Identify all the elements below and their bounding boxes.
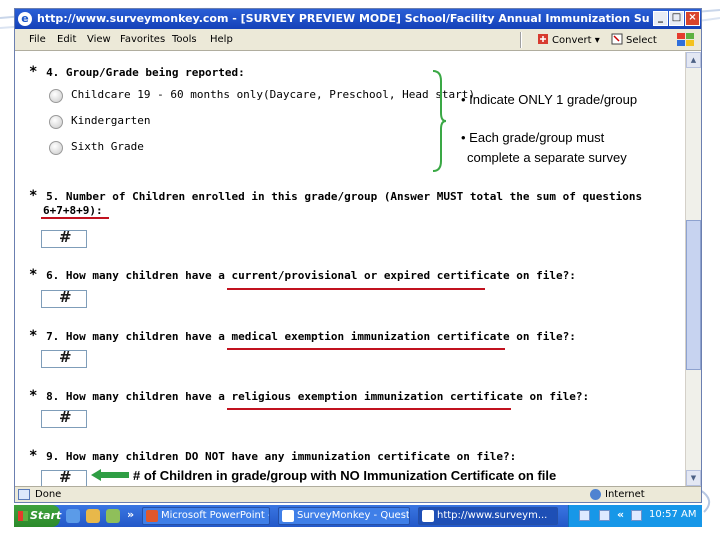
question-7: * 7. How many children have a medical ex…	[29, 328, 576, 344]
internet-globe-icon	[590, 489, 601, 500]
windows-logo-icon	[18, 511, 28, 521]
menu-file[interactable]: File	[29, 34, 46, 45]
scroll-down-button[interactable]: ▼	[686, 470, 701, 486]
question-5: * 5. Number of Children enrolled in this…	[29, 188, 642, 204]
question-5-title-line2: 6+7+8+9):	[43, 204, 103, 217]
desktop-quicklaunch-icon[interactable]	[106, 509, 120, 523]
question-8: * 8. How many children have a religious …	[29, 388, 589, 404]
menu-view[interactable]: View	[87, 34, 111, 45]
required-star: *	[29, 64, 38, 80]
start-label: Start	[30, 509, 62, 522]
convert-label: Convert	[552, 35, 592, 46]
question-8-title: 8. How many children have a religious ex…	[46, 390, 590, 403]
tray-expand[interactable]: «	[617, 508, 624, 521]
status-bar: Done Internet	[15, 486, 701, 502]
underline-q6	[227, 288, 485, 290]
convert-button[interactable]: Convert ▾	[537, 33, 600, 46]
task-powerpoint[interactable]: Microsoft PowerPoint - [...	[142, 507, 270, 525]
close-button[interactable]: ×	[685, 11, 700, 26]
zone-text: Internet	[605, 489, 645, 500]
menu-favorites[interactable]: Favorites	[120, 34, 165, 45]
green-bracket	[432, 70, 447, 172]
question-4-title: 4. Group/Grade being reported:	[46, 66, 245, 79]
menu-bar: File Edit View Favorites Tools Help Conv…	[15, 29, 701, 51]
option-label: Kindergarten	[71, 114, 151, 127]
title-bar[interactable]: e http://www.surveymonkey.com - [SURVEY …	[15, 9, 701, 29]
green-arrow-icon	[91, 469, 129, 481]
radio-button[interactable]	[49, 141, 63, 155]
task-label: SurveyMonkey - Questio...	[297, 510, 410, 521]
browser-window: e http://www.surveymonkey.com - [SURVEY …	[14, 8, 702, 503]
question-9-title: 9. How many children DO NOT have any imm…	[46, 450, 517, 463]
note-separate-survey-line2: complete a separate survey	[467, 150, 627, 165]
ie-logo-icon: e	[18, 12, 32, 26]
toolbar-separator	[520, 32, 522, 48]
vertical-scrollbar[interactable]: ▲ ▼	[685, 52, 701, 486]
convert-icon	[538, 34, 548, 44]
q6-hash: #	[59, 288, 72, 306]
outlook-quicklaunch-icon[interactable]	[86, 509, 100, 523]
tray-app-icon[interactable]	[631, 510, 642, 521]
quicklaunch-more[interactable]: »	[127, 508, 134, 521]
question-5-cont: 6+7+8+9):	[43, 204, 103, 217]
underline-q5	[41, 217, 109, 219]
survey-content: * 4. Group/Grade being reported: Childca…	[15, 52, 685, 486]
q9-hash: #	[59, 468, 72, 486]
system-tray: « 10:57 AM	[568, 505, 702, 527]
tray-help-icon[interactable]	[579, 510, 590, 521]
window-icon	[422, 510, 434, 522]
question-4: * 4. Group/Grade being reported:	[29, 64, 245, 80]
tray-network-icon[interactable]	[599, 510, 610, 521]
underline-q7	[227, 348, 505, 350]
note-one-grade: • Indicate ONLY 1 grade/group	[461, 92, 638, 107]
maximize-button[interactable]: □	[669, 11, 684, 26]
option-label: Sixth Grade	[71, 140, 144, 153]
menu-edit[interactable]: Edit	[57, 34, 76, 45]
minimize-button[interactable]: _	[653, 11, 668, 26]
select-icon	[611, 33, 623, 45]
start-button[interactable]: Start	[14, 505, 62, 527]
clock: 10:57 AM	[649, 509, 697, 520]
underline-q8	[227, 408, 511, 410]
task-browser[interactable]: http://www.surveym...	[418, 507, 558, 525]
task-label: http://www.surveym...	[437, 510, 548, 521]
question-6-title: 6. How many children have a current/prov…	[46, 269, 576, 282]
page-icon	[18, 489, 30, 500]
question-7-title: 7. How many children have a medical exem…	[46, 330, 576, 343]
radio-button[interactable]	[49, 89, 63, 103]
scroll-thumb[interactable]	[686, 220, 701, 370]
q7-hash: #	[59, 348, 72, 366]
note-separate-survey-line1: • Each grade/group must	[461, 130, 605, 145]
question-5-title: 5. Number of Children enrolled in this g…	[46, 190, 643, 203]
question-6: * 6. How many children have a current/pr…	[29, 267, 576, 283]
task-surveymonkey[interactable]: SurveyMonkey - Questio...	[278, 507, 410, 525]
menu-tools[interactable]: Tools	[172, 34, 197, 45]
question-9: * 9. How many children DO NOT have any i…	[29, 448, 516, 464]
q5-hash: #	[59, 228, 72, 246]
required-star: *	[29, 388, 38, 404]
taskbar: Start » Microsoft PowerPoint - [... Surv…	[14, 505, 702, 527]
windows-flag-icon	[677, 33, 694, 46]
required-star: *	[29, 188, 38, 204]
required-star: *	[29, 448, 38, 464]
required-star: *	[29, 328, 38, 344]
ie-quicklaunch-icon[interactable]	[66, 509, 80, 523]
window-icon	[282, 510, 294, 522]
option-label: Childcare 19 - 60 months only(Daycare, P…	[71, 88, 475, 101]
select-button[interactable]: Select	[611, 33, 657, 46]
window-title: http://www.surveymonkey.com - [SURVEY PR…	[37, 12, 649, 25]
powerpoint-icon	[146, 510, 158, 522]
select-label: Select	[626, 35, 657, 46]
q8-hash: #	[59, 408, 72, 426]
scroll-up-button[interactable]: ▲	[686, 52, 701, 68]
required-star: *	[29, 267, 38, 283]
menu-help[interactable]: Help	[210, 34, 233, 45]
no-certificate-note: # of Children in grade/group with NO Imm…	[133, 468, 557, 483]
status-text: Done	[35, 489, 62, 500]
task-label: Microsoft PowerPoint - [...	[161, 510, 269, 521]
radio-button[interactable]	[49, 115, 63, 129]
